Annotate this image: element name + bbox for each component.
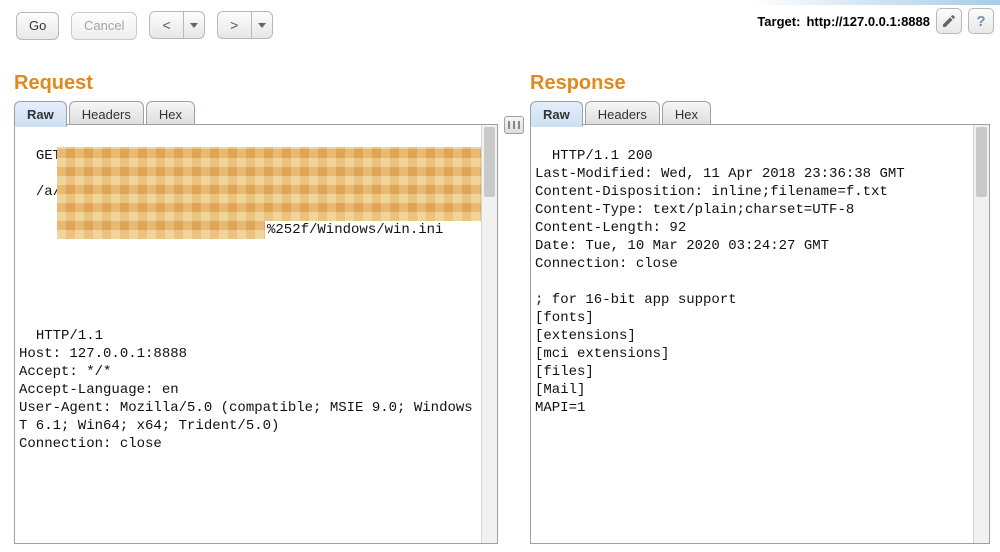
response-pane-title: Response xyxy=(530,72,626,95)
request-tabstrip: Raw Headers Hex xyxy=(14,98,197,126)
response-tabstrip: Raw Headers Hex xyxy=(530,98,713,126)
response-raw-textarea[interactable]: HTTP/1.1 200 Last-Modified: Wed, 11 Apr … xyxy=(530,124,990,544)
response-scroll-thumb[interactable] xyxy=(976,127,987,197)
history-back-dropdown[interactable] xyxy=(183,11,205,39)
response-scrollbar[interactable] xyxy=(973,125,989,543)
tab-response-raw[interactable]: Raw xyxy=(530,101,583,127)
history-forward-button[interactable]: > xyxy=(217,11,251,39)
request-redaction-tail: %252f/Windows/win.ini xyxy=(267,221,443,239)
request-scroll-thumb[interactable] xyxy=(484,127,495,197)
target-url: http://127.0.0.1:8888 xyxy=(806,14,930,29)
tab-request-raw[interactable]: Raw xyxy=(14,101,67,127)
request-body-rest: HTTP/1.1 Host: 127.0.0.1:8888 Accept: */… xyxy=(19,328,489,452)
history-back-button[interactable]: < xyxy=(149,11,183,39)
target-lead-label: Target: xyxy=(757,14,800,29)
request-raw-textarea[interactable]: GET /a/b/ HTTP/1.1 Host: 127.0.0.1:8888 … xyxy=(14,124,498,544)
pane-splitter[interactable] xyxy=(499,124,529,544)
chevron-down-icon xyxy=(190,23,198,28)
request-pane-title: Request xyxy=(14,72,93,95)
pencil-icon xyxy=(941,13,957,29)
response-body: HTTP/1.1 200 Last-Modified: Wed, 11 Apr … xyxy=(535,148,905,416)
help-button[interactable]: ? xyxy=(968,8,994,34)
splitter-grip-icon xyxy=(504,116,524,134)
cancel-button[interactable]: Cancel xyxy=(71,12,137,40)
history-back-group: < xyxy=(149,11,205,39)
go-button[interactable]: Go xyxy=(16,12,59,40)
question-icon: ? xyxy=(976,13,985,30)
edit-target-button[interactable] xyxy=(936,8,962,34)
request-scrollbar[interactable] xyxy=(481,125,497,543)
history-forward-group: > xyxy=(217,11,273,39)
history-forward-dropdown[interactable] xyxy=(251,11,273,39)
chevron-down-icon xyxy=(258,23,266,28)
target-area: Target: http://127.0.0.1:8888 ? xyxy=(757,8,994,34)
